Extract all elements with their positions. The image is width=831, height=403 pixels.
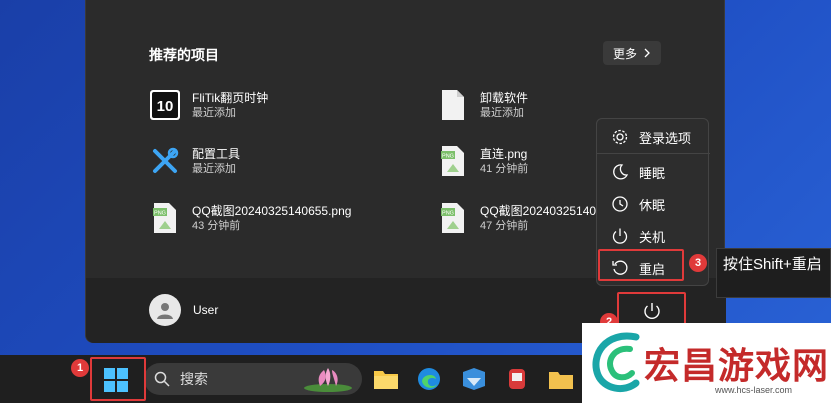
step-badge-1: 1 [71, 359, 89, 377]
item-name: 卸载软件 [480, 90, 529, 105]
power-menu-label: 关机 [639, 229, 666, 245]
highlight-restart [598, 249, 684, 281]
shift-restart-tooltip: 按住Shift+重启 [716, 248, 831, 298]
recommended-title: 推荐的项目 [149, 47, 219, 63]
tools-icon [148, 144, 182, 178]
item-time: 47 分钟前 [480, 219, 529, 232]
svg-text:PNG: PNG [442, 154, 454, 160]
edge-browser-icon[interactable] [416, 366, 442, 392]
more-button[interactable]: 更多 [603, 41, 661, 65]
watermark: 宏昌游戏网 www.hcs-laser.com [582, 323, 831, 403]
chevron-right-icon [644, 48, 650, 58]
item-name: FliTik翻页时钟 [192, 90, 269, 105]
moon-icon [609, 161, 631, 183]
file-icon [436, 88, 470, 122]
power-menu-sleep[interactable]: 睡眠 [597, 157, 710, 187]
power-menu-label: 睡眠 [639, 165, 666, 181]
power-menu-label: 登录选项 [639, 130, 692, 146]
power-icon [609, 225, 631, 247]
taskbar-search[interactable]: 搜索 [144, 363, 362, 395]
recommended-item-qq-screenshot-2[interactable]: PNG QQ截图20240325140 47 分钟前 [436, 201, 596, 235]
watermark-title: 宏昌游戏网 [644, 345, 830, 386]
item-time: 最近添加 [192, 162, 236, 175]
file-explorer-icon[interactable] [373, 366, 399, 392]
app-icon[interactable] [504, 366, 530, 392]
search-icon [154, 371, 170, 387]
clock-icon [609, 193, 631, 215]
gear-icon [609, 126, 631, 148]
step-badge-3: 3 [689, 254, 707, 272]
svg-text:PNG: PNG [154, 211, 166, 217]
more-label: 更多 [612, 46, 637, 61]
png-file-icon: PNG [436, 144, 470, 178]
recommended-item-config-tool[interactable]: 配置工具 最近添加 [148, 144, 240, 178]
watermark-logo-icon [592, 332, 640, 393]
divider [597, 153, 710, 154]
app-icon[interactable] [461, 366, 487, 392]
recommended-item-qq-screenshot-1[interactable]: PNG QQ截图20240325140655.png 43 分钟前 [148, 201, 351, 235]
power-menu-hibernate[interactable]: 休眠 [597, 189, 710, 219]
item-time: 最近添加 [480, 106, 524, 119]
watermark-url: www.hcs-laser.com [715, 385, 793, 395]
svg-text:PNG: PNG [442, 211, 454, 217]
power-menu-shutdown[interactable]: 关机 [597, 221, 710, 251]
folder-icon[interactable] [548, 366, 574, 392]
user-account[interactable]: User [149, 294, 218, 326]
item-name: QQ截图20240325140655.png [192, 203, 352, 218]
flitik-app-icon: 10 [148, 88, 182, 122]
lotus-icon [304, 368, 352, 392]
user-name: User [193, 303, 219, 317]
recommended-item-flitik[interactable]: 10 FliTik翻页时钟 最近添加 [148, 88, 268, 122]
recommended-item-uninstall[interactable]: 卸载软件 最近添加 [436, 88, 528, 122]
search-placeholder: 搜索 [180, 371, 208, 387]
power-menu-sign-in-options[interactable]: 登录选项 [597, 122, 710, 152]
item-name: 直连.png [480, 146, 528, 161]
item-name: QQ截图20240325140 [480, 203, 597, 218]
svg-text:10: 10 [157, 98, 174, 115]
avatar [149, 294, 181, 326]
recommended-item-zhilian-png[interactable]: PNG 直连.png 41 分钟前 [436, 144, 528, 178]
png-file-icon: PNG [436, 201, 470, 235]
highlight-start-button [90, 357, 146, 401]
user-icon [157, 303, 173, 319]
item-time: 43 分钟前 [192, 219, 241, 232]
item-time: 最近添加 [192, 106, 236, 119]
png-file-icon: PNG [148, 201, 182, 235]
item-time: 41 分钟前 [480, 162, 529, 175]
power-menu-label: 休眠 [639, 197, 666, 213]
item-name: 配置工具 [192, 146, 241, 161]
